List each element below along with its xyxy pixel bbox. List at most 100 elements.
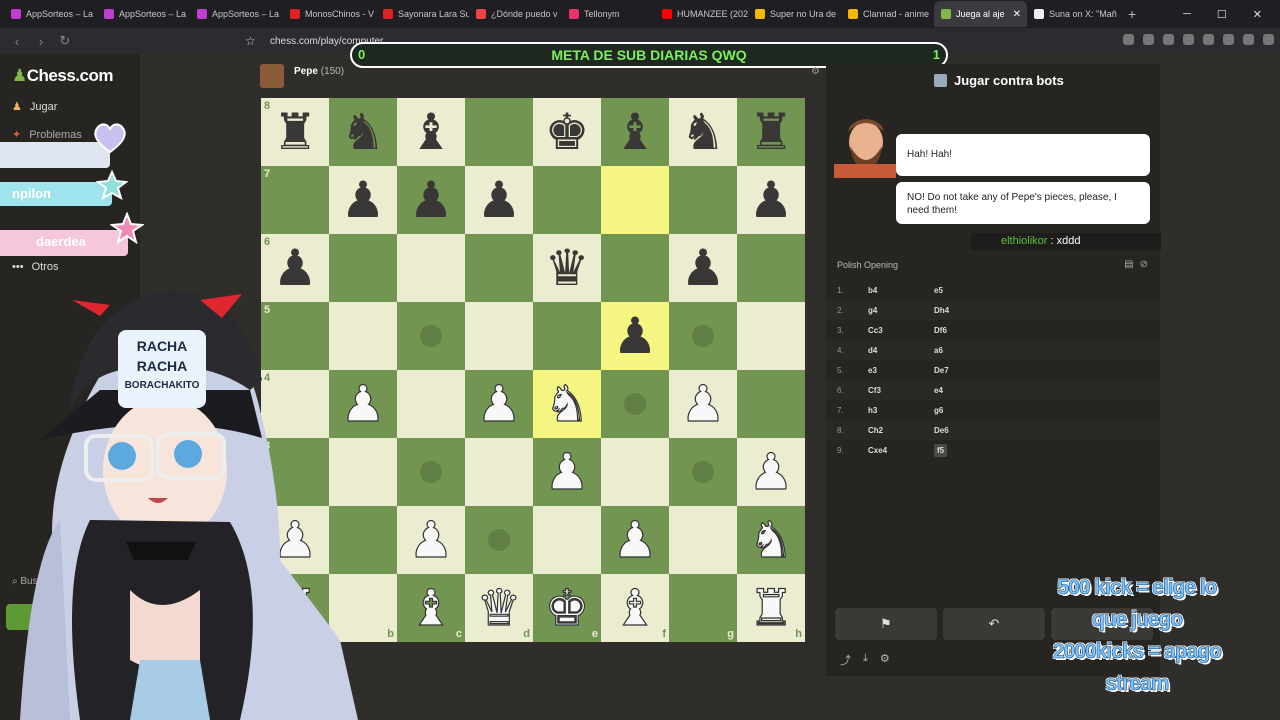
browser-tab[interactable]: Juega al aje ✕ xyxy=(934,1,1027,27)
board-square[interactable]: ♜ xyxy=(737,98,805,166)
white-move[interactable]: Cxe4 xyxy=(868,446,934,455)
chess-logo[interactable]: ♟Chess.com xyxy=(12,66,113,86)
undo-button[interactable]: ↶ xyxy=(943,608,1045,640)
white-move[interactable]: e3 xyxy=(868,366,934,375)
board-square[interactable] xyxy=(669,438,737,506)
board-square[interactable]: ♜ h xyxy=(737,574,805,642)
browser-tab[interactable]: AppSorteos – La xyxy=(190,1,283,27)
board-square[interactable]: ♟ xyxy=(601,302,669,370)
board-square[interactable]: ♛ d xyxy=(465,574,533,642)
black-move[interactable]: De6 xyxy=(934,426,949,435)
board-square[interactable] xyxy=(669,506,737,574)
browser-tab[interactable]: Super no Ura de xyxy=(748,1,841,27)
extension-icon[interactable] xyxy=(1123,34,1134,45)
board-square[interactable] xyxy=(737,370,805,438)
black-pawn-icon[interactable]: ♟ xyxy=(477,175,522,225)
black-pawn-icon[interactable]: ♟ xyxy=(341,175,386,225)
minimize-icon[interactable]: ─ xyxy=(1183,8,1191,20)
board-square[interactable] xyxy=(601,370,669,438)
resign-button[interactable]: ⚑ xyxy=(835,608,937,640)
board-square[interactable] xyxy=(533,166,601,234)
gear-icon[interactable]: ⚙ xyxy=(880,652,890,668)
board-square[interactable]: ♟ xyxy=(601,506,669,574)
white-queen-icon[interactable]: ♛ xyxy=(476,582,522,633)
extension-icon[interactable] xyxy=(1203,34,1214,45)
board-square[interactable]: ♝ xyxy=(397,98,465,166)
board-square[interactable]: ♟ xyxy=(465,166,533,234)
browser-tab[interactable]: MonosChinos - V xyxy=(283,1,376,27)
board-square[interactable]: ♝ c xyxy=(397,574,465,642)
board-square[interactable] xyxy=(397,302,465,370)
black-move[interactable]: f5 xyxy=(934,443,948,457)
share-icon[interactable]: ⤴ xyxy=(840,652,851,668)
white-pawn-icon[interactable]: ♟ xyxy=(544,446,590,497)
board-square[interactable] xyxy=(669,166,737,234)
white-pawn-icon[interactable]: ♟ xyxy=(408,514,454,565)
board-square[interactable]: ♝ f xyxy=(601,574,669,642)
board-square[interactable] xyxy=(397,234,465,302)
extension-icon[interactable] xyxy=(1163,34,1174,45)
black-move[interactable]: Df6 xyxy=(934,326,947,335)
forward-icon[interactable]: › xyxy=(34,34,48,49)
white-pawn-icon[interactable]: ♟ xyxy=(748,446,794,497)
new-tab-icon[interactable]: + xyxy=(1128,6,1136,22)
white-move[interactable]: h3 xyxy=(868,406,934,415)
black-move[interactable]: a6 xyxy=(934,346,943,355)
board-square[interactable]: 7 xyxy=(261,166,329,234)
move-hint-dot[interactable] xyxy=(692,461,714,483)
board-square[interactable]: g xyxy=(669,574,737,642)
disable-icon[interactable]: ⊘ xyxy=(1140,259,1148,270)
board-square[interactable]: ♟ xyxy=(737,166,805,234)
close-icon[interactable]: ✕ xyxy=(1253,8,1262,21)
white-bishop-icon[interactable]: ♝ xyxy=(612,582,658,633)
sidebar-item-play[interactable]: ♟ Jugar xyxy=(12,100,57,114)
white-move[interactable]: b4 xyxy=(868,286,934,295)
move-hint-dot[interactable] xyxy=(420,325,442,347)
browser-tab[interactable]: Tellonym xyxy=(562,1,655,27)
browser-tab[interactable]: ¿Dónde puedo v xyxy=(469,1,562,27)
extension-icon[interactable] xyxy=(1143,34,1154,45)
board-square[interactable]: ♞ xyxy=(533,370,601,438)
black-move[interactable]: e4 xyxy=(934,386,943,395)
board-square[interactable]: ♝ xyxy=(601,98,669,166)
browser-tab[interactable]: HUMANZEE (202 xyxy=(655,1,748,27)
browser-tab[interactable]: Suna on X: "Mañ xyxy=(1027,1,1120,27)
board-square[interactable]: ♚ e xyxy=(533,574,601,642)
board-square[interactable]: ♛ xyxy=(533,234,601,302)
white-move[interactable]: Cf3 xyxy=(868,386,934,395)
reload-icon[interactable]: ↻ xyxy=(58,33,72,49)
move-hint-dot[interactable] xyxy=(420,461,442,483)
back-icon[interactable]: ‹ xyxy=(10,34,24,49)
white-move[interactable]: Cc3 xyxy=(868,326,934,335)
white-move[interactable]: Ch2 xyxy=(868,426,934,435)
board-square[interactable] xyxy=(669,302,737,370)
sidebar-item-puzzles[interactable]: ✦ Problemas xyxy=(12,128,82,142)
board-square[interactable] xyxy=(737,302,805,370)
black-bishop-icon[interactable]: ♝ xyxy=(613,107,658,157)
black-rook-icon[interactable]: ♜ xyxy=(273,107,318,157)
extension-icon[interactable] xyxy=(1183,34,1194,45)
black-bishop-icon[interactable]: ♝ xyxy=(409,107,454,157)
black-knight-icon[interactable]: ♞ xyxy=(681,107,726,157)
white-bishop-icon[interactable]: ♝ xyxy=(408,582,454,633)
board-square[interactable] xyxy=(465,506,533,574)
board-square[interactable] xyxy=(397,438,465,506)
white-pawn-icon[interactable]: ♟ xyxy=(680,378,726,429)
maximize-icon[interactable]: ☐ xyxy=(1217,8,1227,21)
board-square[interactable] xyxy=(601,438,669,506)
board-square[interactable]: ♟ xyxy=(329,166,397,234)
white-pawn-icon[interactable]: ♟ xyxy=(612,514,658,565)
board-square[interactable]: ♜ 8 xyxy=(261,98,329,166)
board-square[interactable]: ♟ xyxy=(465,370,533,438)
browser-tab[interactable]: Sayonara Lara Su xyxy=(376,1,469,27)
browser-tab[interactable]: Clannad - anime xyxy=(841,1,934,27)
extension-icon[interactable] xyxy=(1263,34,1274,45)
black-pawn-icon[interactable]: ♟ xyxy=(749,175,794,225)
board-square[interactable]: ♚ xyxy=(533,98,601,166)
white-rook-icon[interactable]: ♜ xyxy=(748,582,794,633)
board-square[interactable] xyxy=(465,302,533,370)
board-square[interactable]: ♟ xyxy=(397,166,465,234)
white-king-icon[interactable]: ♚ xyxy=(544,582,590,633)
close-tab-icon[interactable]: ✕ xyxy=(1013,9,1021,20)
book-icon[interactable]: ▤ xyxy=(1124,259,1133,270)
